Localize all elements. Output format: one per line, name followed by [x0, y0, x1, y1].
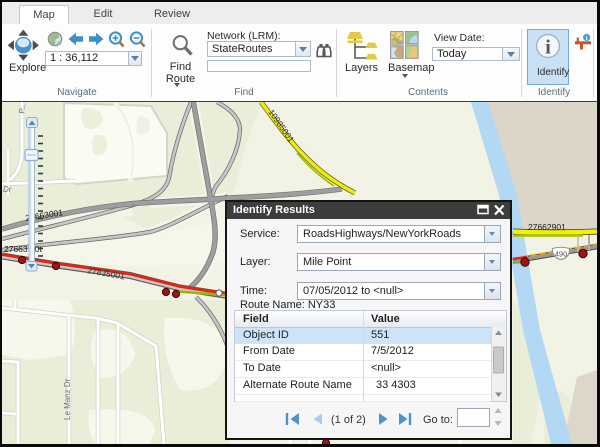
svg-text:(1 of 2): (1 of 2) [331, 414, 366, 426]
svg-text:Dr: Dr [3, 185, 12, 194]
svg-text:i: i [545, 37, 551, 59]
svg-text:P...: P... [17, 102, 28, 114]
svg-text:i: i [586, 35, 588, 42]
svg-text:276631 0t: 276631 0t [4, 244, 42, 254]
svg-text:27662901: 27662901 [528, 222, 566, 232]
svg-text:490: 490 [555, 250, 568, 259]
svg-text:Le Manz Dr: Le Manz Dr [63, 378, 72, 420]
svg-text:Go to:: Go to: [423, 414, 453, 426]
